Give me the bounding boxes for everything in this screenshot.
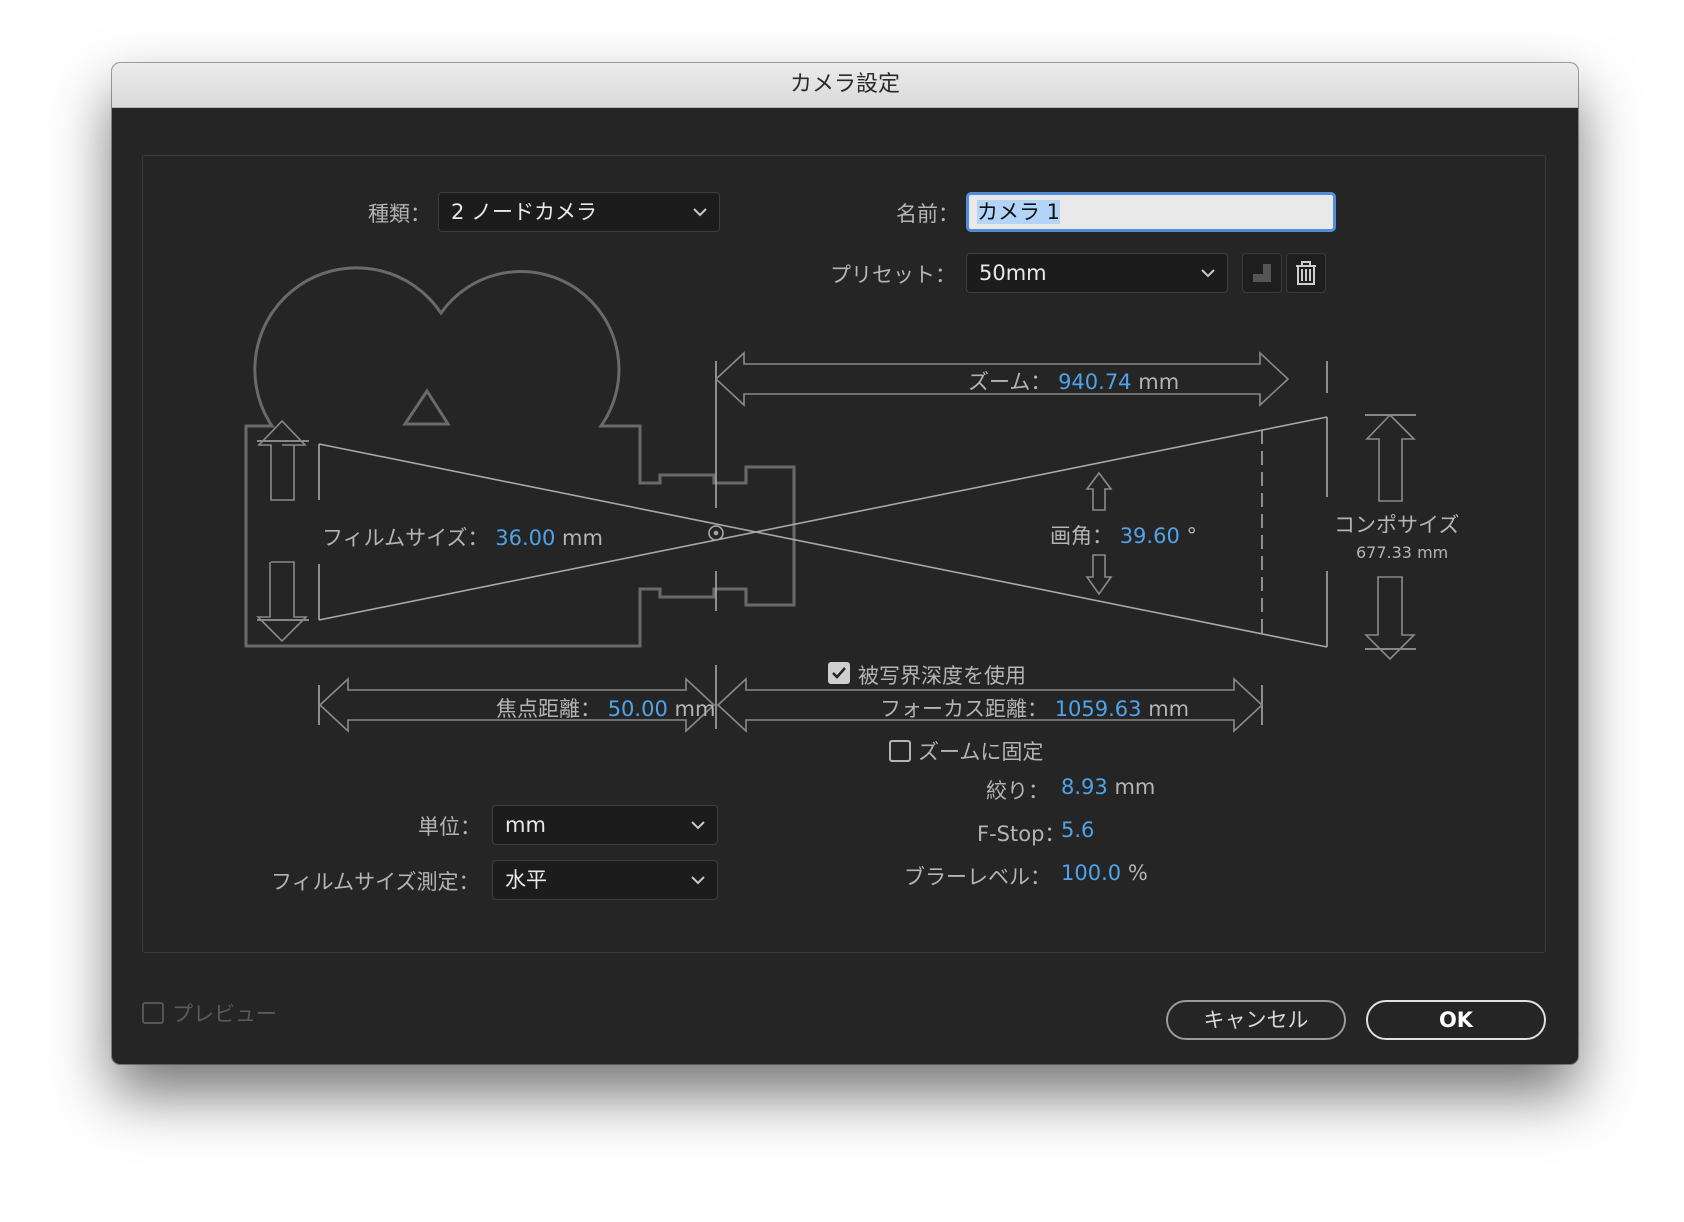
film-size-readout: フィルムサイズ： 36.00 mm [322, 522, 603, 552]
aperture-label: 絞り： [986, 779, 1049, 803]
trash-icon [1296, 261, 1316, 285]
aperture-value[interactable]: 8.93 [1061, 775, 1108, 799]
blur-level-label: ブラーレベル： [904, 865, 1051, 889]
preview-checkbox[interactable] [142, 1002, 164, 1024]
angle-unit: ° [1186, 524, 1198, 548]
aperture-unit: mm [1114, 775, 1156, 799]
zoom-readout: ズーム： 940.74 mm [968, 366, 1179, 396]
blur-level-value[interactable]: 100.0 [1061, 861, 1121, 885]
angle-value[interactable]: 39.60 [1120, 524, 1180, 548]
name-label: 名前： [896, 202, 959, 226]
camera-diagram [244, 266, 1416, 733]
comp-size-value: 677.33 mm [1356, 543, 1449, 562]
name-input[interactable]: カメラ 1 [966, 192, 1336, 232]
focal-length-unit: mm [674, 697, 716, 721]
preview-label: プレビュー [172, 1002, 277, 1026]
camera-settings-dialog: カメラ設定 種類： 2 ノードカメラ 名前： カメラ 1 プリセット： 50mm… [112, 63, 1578, 1064]
type-dropdown[interactable]: 2 ノードカメラ [438, 192, 720, 232]
angle-readout: 画角： 39.60 ° [1050, 520, 1197, 550]
film-measure-value: 水平 [505, 868, 547, 892]
ok-button[interactable]: OK [1366, 1000, 1546, 1040]
focus-distance-unit: mm [1148, 697, 1190, 721]
focal-length-readout: 焦点距離： 50.00 mm [496, 693, 715, 723]
camera-body-outline [244, 266, 796, 648]
depth-of-field-label: 被写界深度を使用 [858, 664, 1026, 688]
save-preset-button[interactable] [1242, 253, 1282, 293]
preset-value: 50mm [979, 261, 1047, 285]
zoom-unit: mm [1138, 370, 1180, 394]
save-preset-icon [1253, 264, 1271, 282]
focus-distance-value[interactable]: 1059.63 [1055, 697, 1142, 721]
units-value: mm [505, 813, 546, 837]
type-value: 2 ノードカメラ [451, 200, 598, 224]
focal-length-label: 焦点距離： [496, 697, 601, 721]
delete-preset-button[interactable] [1286, 253, 1326, 293]
preset-dropdown[interactable]: 50mm [966, 253, 1228, 293]
film-size-unit: mm [562, 526, 603, 550]
focus-distance-label: フォーカス距離： [880, 697, 1048, 721]
depth-of-field-checkbox[interactable] [828, 662, 850, 684]
fstop-value[interactable]: 5.6 [1061, 818, 1094, 842]
zoom-value[interactable]: 940.74 [1058, 370, 1131, 394]
focal-length-value[interactable]: 50.00 [608, 697, 668, 721]
name-value: カメラ 1 [977, 200, 1061, 224]
chevron-down-icon [693, 208, 707, 217]
chevron-down-icon [691, 876, 705, 885]
lock-to-zoom-checkbox[interactable] [889, 740, 911, 762]
chevron-down-icon [1201, 269, 1215, 278]
comp-size-label: コンポサイズ [1334, 513, 1460, 537]
blur-level-readout: 100.0 % [1061, 861, 1148, 885]
cancel-button[interactable]: キャンセル [1166, 1000, 1346, 1040]
checkmark-icon [832, 667, 846, 679]
film-size-value[interactable]: 36.00 [495, 526, 555, 550]
blur-level-unit: % [1127, 861, 1148, 885]
film-measure-label: フィルムサイズ測定： [271, 870, 480, 894]
film-size-label: フィルムサイズ： [322, 526, 489, 550]
angle-label: 画角： [1050, 524, 1113, 548]
units-dropdown[interactable]: mm [492, 805, 718, 845]
units-label: 単位： [418, 815, 481, 839]
film-measure-dropdown[interactable]: 水平 [492, 860, 718, 900]
fstop-label: F-Stop： [977, 822, 1066, 846]
type-label: 種類： [368, 202, 431, 226]
preset-label: プリセット： [830, 263, 956, 287]
focus-distance-readout: フォーカス距離： 1059.63 mm [880, 693, 1189, 723]
chevron-down-icon [691, 821, 705, 830]
zoom-label: ズーム： [968, 370, 1052, 394]
lock-to-zoom-label: ズームに固定 [918, 740, 1044, 764]
aperture-readout: 8.93 mm [1061, 775, 1155, 799]
